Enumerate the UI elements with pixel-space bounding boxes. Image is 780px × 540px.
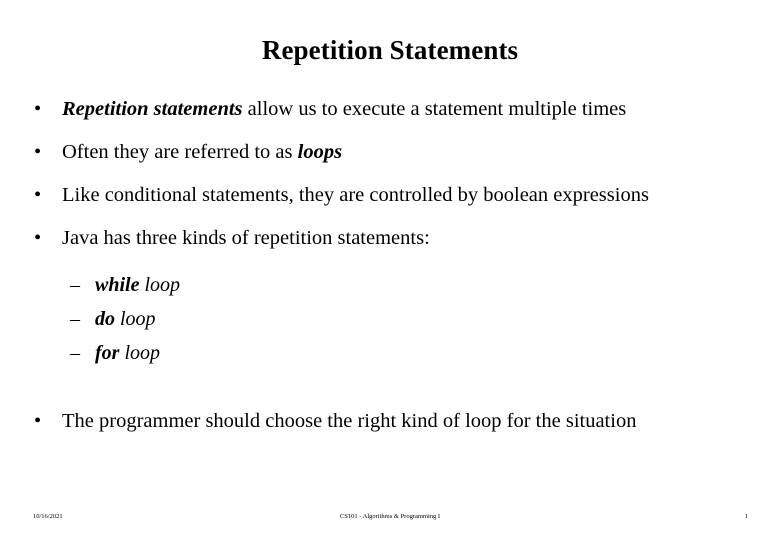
dash-marker-icon: –	[70, 274, 80, 296]
dash-marker-icon: –	[70, 342, 80, 364]
footer-course-title: CS101 - Algorithms & Programming I	[339, 513, 441, 520]
bullet-marker-icon: •	[34, 410, 42, 432]
sub-bullet-keyword: while	[95, 274, 140, 296]
bullet-marker-icon: •	[34, 141, 42, 163]
footer-page-number: 1	[744, 513, 748, 520]
sub-bullet-item: – for loop	[0, 341, 780, 366]
bullet-emphasis: Repetition statements	[62, 98, 243, 120]
bullet-marker-icon: •	[34, 227, 42, 249]
slide-title: Repetition Statements	[261, 35, 519, 65]
sub-bullet-label: loop	[139, 274, 181, 296]
sub-bullet-label: loop	[115, 308, 156, 330]
slide-body: • Repetition statements allow us to exec…	[0, 96, 780, 451]
dash-marker-icon: –	[70, 308, 80, 330]
slide: Repetition Statements • Repetition state…	[0, 0, 780, 540]
bullet-marker-icon: •	[34, 184, 42, 206]
sub-bullet-keyword: for	[95, 342, 120, 364]
bullet-item: • Java has three kinds of repetition sta…	[0, 225, 780, 251]
bullet-item: • Like conditional statements, they are …	[0, 182, 780, 208]
sub-bullet-group: – while loop – do loop – for loop	[0, 273, 780, 366]
slide-footer: 10/16/2021 CS101 - Algorithms & Programm…	[0, 500, 780, 540]
bullet-item: • Repetition statements allow us to exec…	[0, 96, 780, 122]
bullet-text: Like conditional statements, they are co…	[62, 184, 649, 206]
bullet-emphasis: loops	[297, 141, 343, 163]
bullet-item: • Often they are referred to as loops	[0, 139, 780, 165]
bullet-item: • The programmer should choose the right…	[0, 408, 780, 434]
bullet-text: The programmer should choose the right k…	[62, 410, 637, 432]
bullet-text: Java has three kinds of repetition state…	[62, 227, 430, 249]
sub-bullet-item: – do loop	[0, 307, 780, 332]
sub-bullet-label: loop	[119, 342, 161, 364]
sub-bullet-keyword: do	[95, 308, 115, 330]
bullet-marker-icon: •	[34, 98, 42, 120]
bullet-text: allow us to execute a statement multiple…	[242, 98, 627, 120]
sub-bullet-item: – while loop	[0, 273, 780, 298]
bullet-text: Often they are referred to as	[62, 141, 298, 163]
